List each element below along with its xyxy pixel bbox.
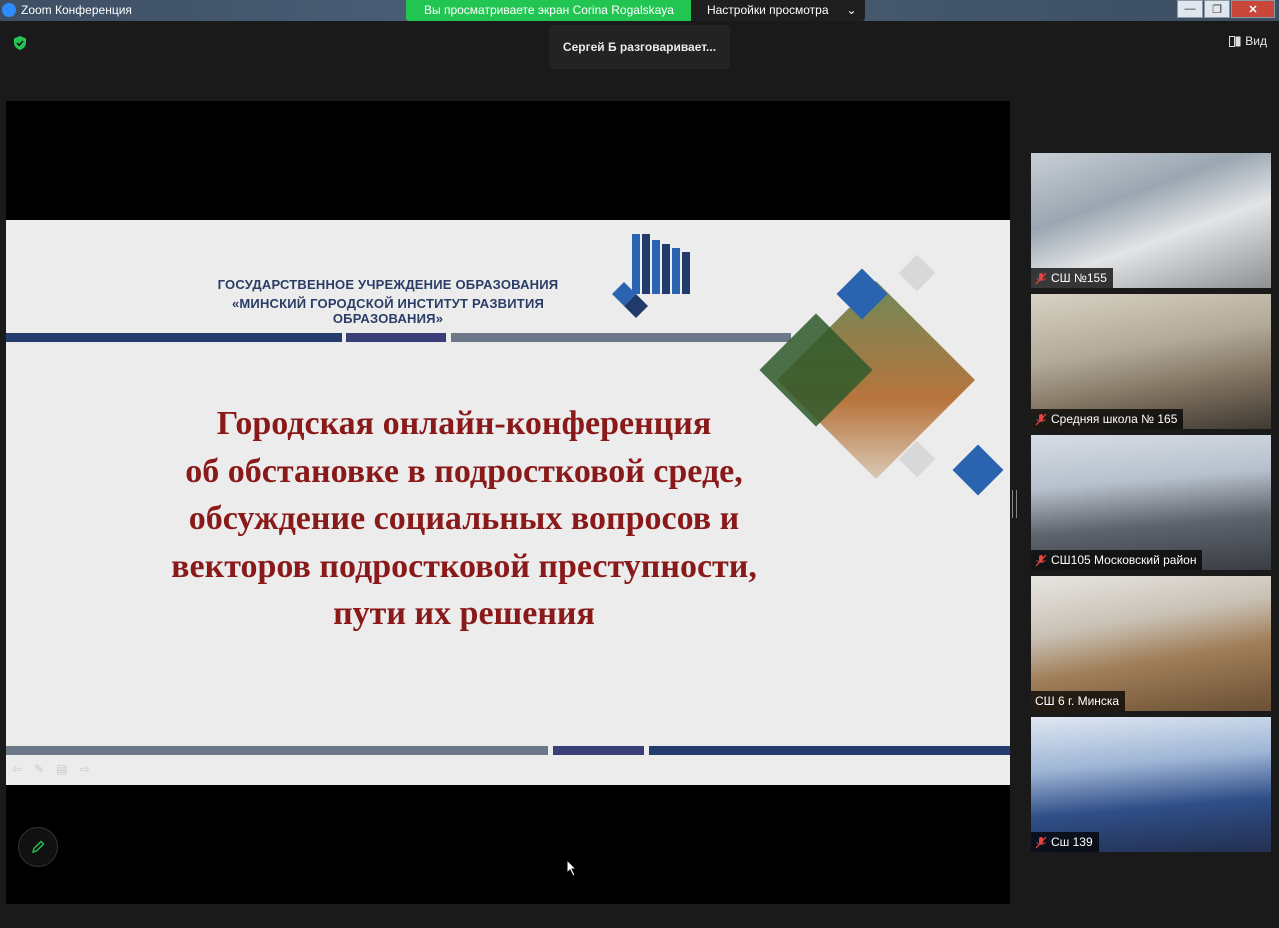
participant-caption: СШ №155 [1031, 268, 1113, 288]
share-status-label: Вы просматриваете экран Corina Rogalskay… [406, 0, 691, 21]
slide-title-line: векторов подростковой преступности, [171, 547, 757, 585]
slide-org-line-2: «МИНСКИЙ ГОРОДСКОЙ ИНСТИТУТ РАЗВИТИЯ ОБР… [231, 296, 545, 326]
slide-title-line: Городская онлайн-конференция [216, 405, 712, 442]
layout-view-icon [1229, 35, 1241, 47]
view-settings-button[interactable]: Настройки просмотра ⌄ [690, 0, 865, 21]
mic-muted-icon [1035, 554, 1047, 566]
slide-title-line: об обстановке в подростковой среде, [185, 452, 743, 490]
participant-name: Средняя школа № 165 [1051, 412, 1178, 426]
participant-caption: Сш 139 [1031, 832, 1099, 852]
participant-tile[interactable]: СШ №155 [1031, 153, 1271, 288]
participant-tile[interactable]: СШ 6 г. Минска [1031, 576, 1271, 711]
slide-diamond [898, 254, 936, 292]
institute-logo [612, 234, 690, 318]
annotate-button[interactable] [18, 827, 58, 867]
view-settings-label: Настройки просмотра [706, 3, 829, 17]
participant-name: СШ 6 г. Минска [1035, 694, 1120, 708]
arrow-right-icon[interactable]: ⇨ [79, 762, 89, 776]
cursor-pointer-icon [566, 859, 578, 877]
participant-caption: Средняя школа № 165 [1031, 409, 1184, 429]
slide-nav-toolbar: ⇦ ✎ ▤ ⇨ [12, 762, 90, 776]
close-button[interactable]: ✕ [1231, 0, 1275, 18]
slide-stripe [6, 333, 342, 342]
active-speaker-toast: Сергей Б разговаривает... [549, 25, 730, 69]
slide-stripe [649, 746, 1010, 755]
presentation-slide: ГОСУДАРСТВЕННОЕ УЧРЕЖДЕНИЕ ОБРАЗОВАНИЯ «… [6, 220, 1010, 785]
menu-icon[interactable]: ▤ [56, 762, 67, 776]
slide-stripe [6, 746, 548, 755]
pen-annotate-icon [31, 840, 45, 854]
slide-stripe [451, 333, 791, 342]
minimize-button[interactable]: — [1177, 0, 1203, 18]
slide-title-line: обсуждение социальных вопросов и [188, 500, 740, 537]
pen-icon[interactable]: ✎ [34, 762, 44, 776]
window-title: Zoom Конференция [21, 3, 132, 17]
maximize-button[interactable]: ❐ [1204, 0, 1230, 18]
mic-muted-icon [1035, 272, 1047, 284]
slide-org-line-1: ГОСУДАРСТВЕННОЕ УЧРЕЖДЕНИЕ ОБРАЗОВАНИЯ [217, 277, 559, 292]
slide-stripe [346, 333, 446, 342]
chevron-down-icon: ⌄ [846, 3, 857, 17]
participant-name: Сш 139 [1051, 835, 1093, 849]
mic-muted-icon [1035, 413, 1047, 425]
panel-splitter-handle[interactable] [1012, 490, 1017, 518]
participant-tile[interactable]: Сш 139 [1031, 717, 1271, 852]
participant-name: СШ105 Московский район [1051, 553, 1197, 567]
participant-tile[interactable]: СШ105 Московский район [1031, 435, 1271, 570]
window-controls: — ❐ ✕ [1176, 0, 1275, 18]
arrow-left-icon[interactable]: ⇦ [12, 762, 22, 776]
slide-title-line: пути их решения [333, 595, 595, 632]
view-button[interactable]: Вид [1229, 34, 1267, 48]
slide-diamond [952, 444, 1004, 496]
mic-muted-icon [1035, 836, 1047, 848]
slide-title: Городская онлайн-конференция об обстанов… [106, 400, 822, 638]
participant-name: СШ №155 [1051, 271, 1107, 285]
shield-check-icon[interactable] [12, 35, 28, 51]
screen-share-banner: Вы просматриваете экран Corina Rogalskay… [406, 0, 865, 21]
participant-caption: СШ 6 г. Минска [1031, 691, 1126, 711]
participant-caption: СШ105 Московский район [1031, 550, 1203, 570]
view-button-label: Вид [1245, 34, 1267, 48]
shared-screen[interactable]: ГОСУДАРСТВЕННОЕ УЧРЕЖДЕНИЕ ОБРАЗОВАНИЯ «… [6, 101, 1010, 904]
participant-tile[interactable]: Средняя школа № 165 [1031, 294, 1271, 429]
slide-stripe [553, 746, 644, 755]
zoom-app-icon [2, 3, 16, 17]
